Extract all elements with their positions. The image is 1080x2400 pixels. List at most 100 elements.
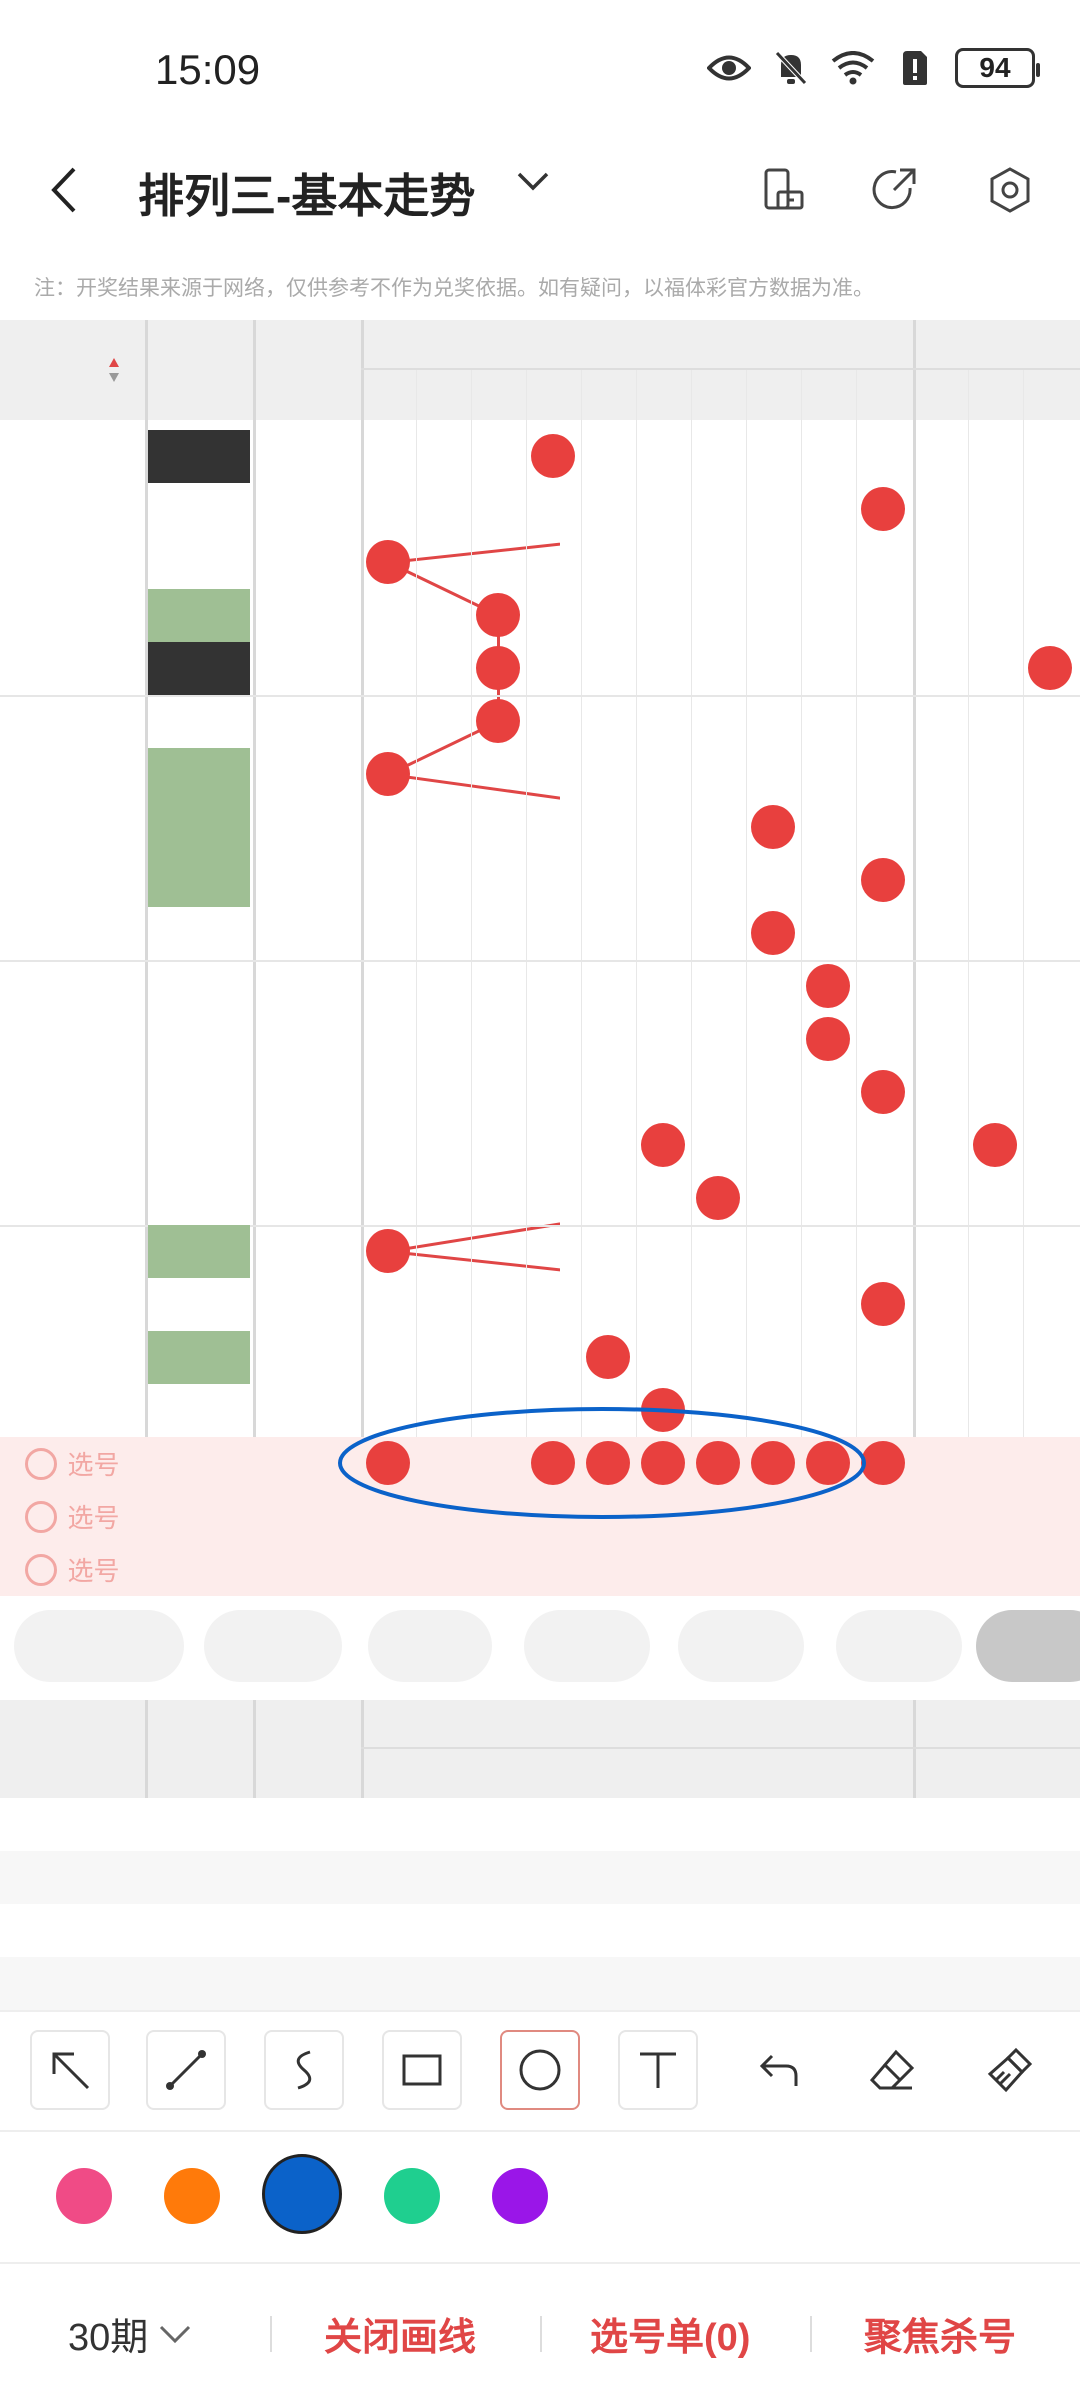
color-pink[interactable] [56,2168,112,2224]
select-number[interactable] [361,1543,416,1596]
add-preselect-button[interactable] [14,1610,184,1682]
selected-number-ball[interactable] [806,1441,850,1485]
select-row-label[interactable]: 选号 [0,1437,145,1490]
move-up-button[interactable] [368,1610,492,1682]
select-number[interactable] [801,1490,856,1543]
tens-omission-cell [913,1066,968,1119]
text-tool[interactable] [618,2030,698,2110]
selected-number-ball[interactable] [641,1441,685,1485]
arrow-tool[interactable] [30,2030,110,2110]
tens-omission-cell [913,1013,968,1066]
select-number[interactable] [416,1437,471,1490]
select-tens-number[interactable] [1023,1543,1078,1596]
move-down-button[interactable] [524,1610,650,1682]
undo-tool[interactable] [736,2030,816,2110]
sum-value-cell [256,960,361,1013]
hit-ball [806,1017,850,1061]
hit-ball [751,805,795,849]
delete-button[interactable] [204,1610,342,1682]
select-tens-number[interactable] [968,1543,1023,1596]
selected-number-ball[interactable] [751,1441,795,1485]
color-orange[interactable] [164,2168,220,2224]
selected-number-ball[interactable] [366,1441,410,1485]
close-draw-button[interactable]: 关闭画线 [324,2306,476,2361]
omission-cell [581,801,636,854]
select-number[interactable] [361,1490,416,1543]
select-tens-number[interactable] [968,1437,1023,1490]
stats-tens-value [1023,1957,1078,2010]
select-number[interactable] [856,1490,911,1543]
select-number[interactable] [636,1543,691,1596]
clear-button[interactable] [836,1610,962,1682]
select-number[interactable] [471,1543,526,1596]
color-green[interactable] [384,2168,440,2224]
curve-tool[interactable] [264,2030,344,2110]
color-blue-selected[interactable] [262,2154,342,2234]
select-tens-number[interactable] [913,1437,968,1490]
omission-cell [416,695,471,748]
digit-header [416,370,471,420]
select-number[interactable] [416,1543,471,1596]
circle-tool[interactable] [500,2030,580,2110]
select-number[interactable] [416,1490,471,1543]
select-number[interactable] [746,1490,801,1543]
select-number[interactable] [856,1543,911,1596]
select-row-label[interactable]: 选号 [0,1490,145,1543]
period-select[interactable]: 30期 [68,2306,192,2361]
digit-header [471,370,526,420]
select-tens-number[interactable] [913,1543,968,1596]
period-cell [0,1278,145,1331]
sum-value-cell [256,1172,361,1225]
tens-omission-cell [913,483,968,536]
canvas-plus-button[interactable] [678,1610,804,1682]
selected-number-ball[interactable] [586,1441,630,1485]
color-purple[interactable] [492,2168,548,2224]
line-tool[interactable] [146,2030,226,2110]
omission-cell [746,854,801,907]
selection-list-button[interactable]: 选号单(0) [590,2306,750,2361]
focus-kill-button[interactable]: 聚焦杀号 [864,2306,1016,2361]
select-number[interactable] [801,1543,856,1596]
select-number[interactable] [581,1543,636,1596]
tens-omission-cell [968,1384,1023,1437]
layout-switch-button[interactable] [756,162,812,218]
select-number[interactable] [526,1543,581,1596]
select-tens-number[interactable] [1023,1437,1078,1490]
omission-cell [691,1331,746,1384]
select-number[interactable] [636,1490,691,1543]
tens-omission-cell [1023,854,1078,907]
select-tens-number[interactable] [913,1490,968,1543]
omission-cell [526,1384,581,1437]
select-number[interactable] [691,1490,746,1543]
select-number[interactable] [746,1543,801,1596]
sort-icon[interactable] [108,356,120,384]
omission-cell [471,907,526,960]
omission-cell [856,642,911,695]
eraser-tool[interactable] [852,2030,932,2110]
column-header-period[interactable] [0,320,145,420]
tens-digit-header [968,370,1023,420]
sum-value-cell [256,1013,361,1066]
select-tens-number[interactable] [968,1490,1023,1543]
select-number[interactable] [471,1437,526,1490]
select-row-label[interactable]: 选号 [0,1543,145,1596]
share-button[interactable] [866,162,922,218]
select-number[interactable] [581,1490,636,1543]
wifi-icon [831,48,875,88]
rectangle-tool[interactable] [382,2030,462,2110]
back-button[interactable] [48,162,98,218]
collapse-button[interactable] [976,1610,1080,1682]
omission-cell [746,589,801,642]
selected-number-ball[interactable] [696,1441,740,1485]
selected-number-ball[interactable] [531,1441,575,1485]
select-tens-number[interactable] [1023,1490,1078,1543]
settings-button[interactable] [982,162,1038,218]
omission-cell [526,536,581,589]
select-number[interactable] [526,1490,581,1543]
select-number[interactable] [471,1490,526,1543]
select-award-dash [148,1543,250,1596]
title-dropdown-button[interactable] [516,170,556,210]
clear-brush-tool[interactable] [970,2030,1050,2110]
select-number[interactable] [691,1543,746,1596]
selected-number-ball[interactable] [861,1441,905,1485]
